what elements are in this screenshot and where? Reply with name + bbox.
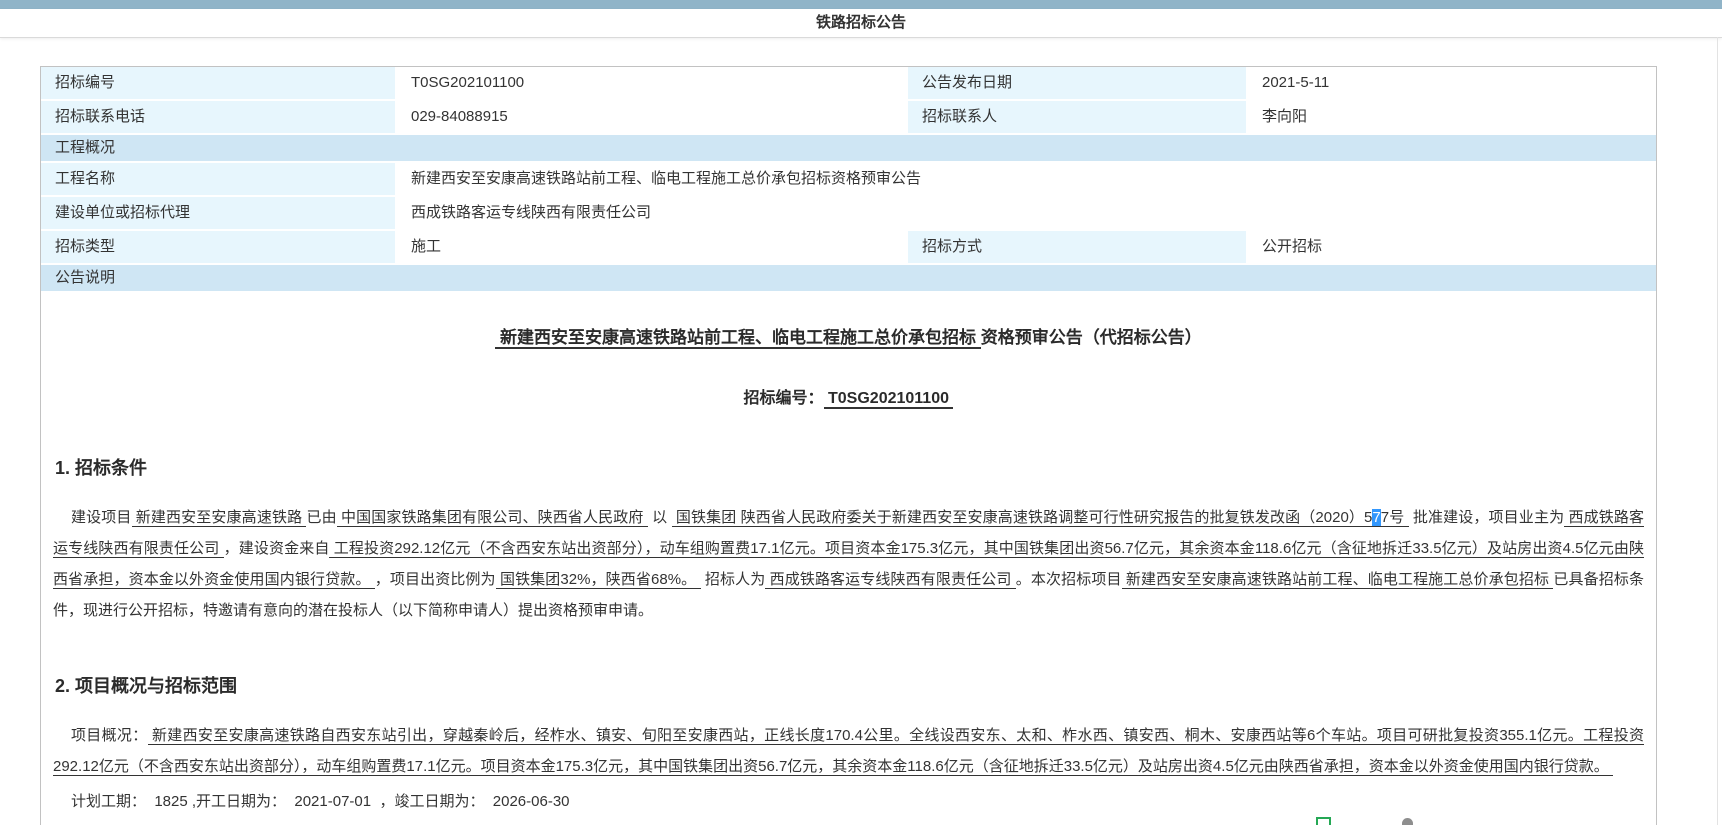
- field-value: 2021-5-11: [1246, 67, 1656, 99]
- green-square-icon: [1316, 817, 1331, 825]
- scrollbar-track-edge[interactable]: [1717, 37, 1718, 825]
- underlined-blank: 国铁集团 陕西省人民政府委关于新建西安至安康高速铁路调整可行性研究报告的批复铁发…: [672, 509, 1373, 527]
- text-run: 以: [648, 509, 672, 526]
- text-run: 招标编号：: [744, 390, 824, 407]
- underlined-blank: T0SG202101100: [824, 390, 954, 409]
- underlined-blank: 新建西安至安康高速铁路: [132, 509, 307, 527]
- section-heading-scope: 2. 项目概况与招标范围: [55, 672, 1644, 698]
- paragraph-project-overview: 项目概况： 新建西安至安康高速铁路自西安东站引出，穿越秦岭后，经柞水、镇安、旬阳…: [53, 720, 1644, 782]
- top-accent-bar: [0, 0, 1722, 9]
- underlined-blank: 新建西安至安康高速铁路自西安东站引出，穿越秦岭后，经柞水、镇安、旬阳至安康西站，…: [53, 727, 1644, 776]
- text-run: 建设项目: [71, 509, 132, 526]
- field-label: 建设单位或招标代理: [41, 197, 395, 229]
- field-label: 招标联系电话: [41, 101, 395, 133]
- table-row-tender-type: 招标类型 施工 招标方式 公开招标: [41, 231, 1656, 265]
- field-label: 公告发布日期: [908, 67, 1246, 99]
- gray-circle-icon: [1402, 818, 1413, 825]
- text-run: 项目概况：: [71, 727, 148, 744]
- underlined-blank: 国铁集团32%，陕西省68%。: [496, 571, 701, 589]
- field-label: 招标联系人: [908, 101, 1246, 133]
- section-header-announcement: 公告说明: [41, 265, 1656, 293]
- announcement-title: 新建西安至安康高速铁路站前工程、临电工程施工总价承包招标 资格预审公告（代招标公…: [53, 323, 1644, 348]
- text-run: 资格预审公告（代招标公告）: [981, 328, 1202, 347]
- text-run: 计划工期： 1825 ,开工日期为： 2021-07-01 ，竣工日期为： 20…: [71, 793, 570, 810]
- text-run: ，建设资金来自: [224, 540, 330, 557]
- page-header: 铁路招标公告: [0, 9, 1722, 38]
- field-value: 西成铁路客运专线陕西有限责任公司: [395, 197, 1656, 229]
- field-value: 李向阳: [1246, 101, 1656, 133]
- field-value: 公开招标: [1246, 231, 1656, 263]
- tender-info-table: 招标编号 T0SG202101100 公告发布日期 2021-5-11 招标联系…: [40, 66, 1657, 825]
- field-label: 招标类型: [41, 231, 395, 263]
- table-row-project-name: 工程名称 新建西安至安康高速铁路站前工程、临电工程施工总价承包招标资格预审公告: [41, 163, 1656, 197]
- schedule-line: 计划工期： 1825 ,开工日期为： 2021-07-01 ，竣工日期为： 20…: [53, 786, 1644, 817]
- text-run: 。本次招标项目: [1016, 571, 1122, 588]
- field-value: 新建西安至安康高速铁路站前工程、临电工程施工总价承包招标资格预审公告: [395, 163, 1656, 195]
- underlined-blank: 新建西安至安康高速铁路站前工程、临电工程施工总价承包招标: [495, 328, 980, 349]
- table-row-contact: 招标联系电话 029-84088915 招标联系人 李向阳: [41, 101, 1656, 135]
- highlighted-text: 7: [1372, 509, 1380, 527]
- field-label: 招标方式: [908, 231, 1246, 263]
- text-run: 已由: [306, 509, 336, 526]
- text-run: ，项目出资比例为: [375, 571, 496, 588]
- underlined-blank: 西成铁路客运专线陕西有限责任公司: [765, 571, 1015, 589]
- field-value: T0SG202101100: [395, 67, 908, 99]
- paragraph-tender-conditions: 建设项目 新建西安至安康高速铁路 已由 中国国家铁路集团有限公司、陕西省人民政府…: [53, 502, 1644, 626]
- section-header-project-overview: 工程概况: [41, 135, 1656, 163]
- section-heading-conditions: 1. 招标条件: [55, 454, 1644, 480]
- field-value: 施工: [395, 231, 908, 263]
- underlined-blank: 中国国家铁路集团有限公司、陕西省人民政府: [337, 509, 648, 527]
- content-area: 招标编号 T0SG202101100 公告发布日期 2021-5-11 招标联系…: [40, 66, 1657, 825]
- field-label: 招标编号: [41, 67, 395, 99]
- text-run: 招标人为: [701, 571, 766, 588]
- field-value: 029-84088915: [395, 101, 908, 133]
- page-title: 铁路招标公告: [816, 14, 906, 31]
- text-run: 批准建设，项目业主为: [1409, 509, 1565, 526]
- field-label: 工程名称: [41, 163, 395, 195]
- underlined-blank: 7号: [1381, 509, 1409, 527]
- tender-number-line: 招标编号： T0SG202101100: [53, 384, 1644, 408]
- table-row-tender-number: 招标编号 T0SG202101100 公告发布日期 2021-5-11: [41, 67, 1656, 101]
- underlined-blank: 新建西安至安康高速铁路站前工程、临电工程施工总价承包招标: [1122, 571, 1554, 589]
- announcement-body: 新建西安至安康高速铁路站前工程、临电工程施工总价承包招标 资格预审公告（代招标公…: [41, 323, 1656, 825]
- table-row-owner: 建设单位或招标代理 西成铁路客运专线陕西有限责任公司: [41, 197, 1656, 231]
